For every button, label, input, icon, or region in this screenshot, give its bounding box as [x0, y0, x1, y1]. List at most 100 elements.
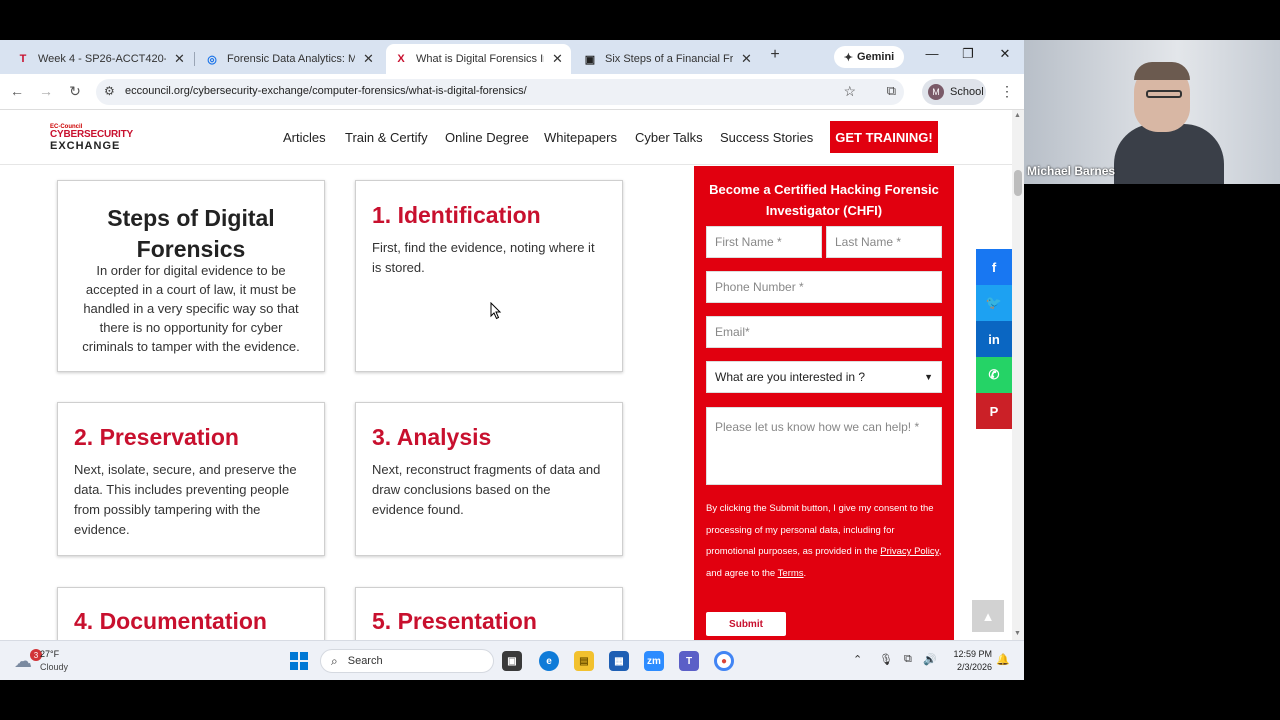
pinterest-share-icon[interactable]: P: [976, 393, 1012, 429]
get-training-button[interactable]: GET TRAINING!: [830, 121, 938, 153]
gemini-label: Gemini: [856, 51, 895, 63]
tab-bar: T Week 4 - SP26-ACCT420-620G ✕ ◎ Forensi…: [0, 40, 1024, 74]
step-body: Next, isolate, secure, and preserve the …: [74, 462, 297, 537]
intro-card: Steps of Digital Forensics In order for …: [57, 180, 325, 372]
minimize-icon[interactable]: —: [920, 46, 944, 61]
close-window-icon[interactable]: ✕: [993, 46, 1017, 62]
first-name-field[interactable]: First Name *: [706, 226, 822, 258]
message-textarea[interactable]: Please let us know how we can help! *: [706, 407, 942, 485]
nav-whitepapers[interactable]: Whitepapers: [544, 130, 617, 145]
clock-date: 2/3/2026: [956, 662, 992, 672]
step-body: Next, reconstruct fragments of data and …: [372, 462, 601, 517]
last-name-field[interactable]: Last Name *: [826, 226, 942, 258]
scrollbar-thumb[interactable]: [1014, 170, 1022, 196]
tab-forensic-analytics[interactable]: ◎ Forensic Data Analytics: Moder ✕: [197, 44, 382, 74]
linkedin-share-icon[interactable]: in: [976, 321, 1012, 357]
nav-cyber-talks[interactable]: Cyber Talks: [635, 130, 703, 145]
twitter-share-icon[interactable]: 🐦: [976, 285, 1012, 321]
file-explorer-icon[interactable]: ▤: [574, 651, 594, 671]
whatsapp-share-icon[interactable]: ✆: [976, 357, 1012, 393]
search-icon: ⌕: [331, 653, 338, 668]
tab-fraud-steps[interactable]: ▣ Six Steps of a Financial Fraud In ✕: [575, 44, 760, 74]
caret-down-icon: ▼: [924, 372, 933, 382]
tab-favicon-icon: X: [397, 53, 405, 65]
browser-window: T Week 4 - SP26-ACCT420-620G ✕ ◎ Forensi…: [0, 40, 1024, 680]
nav-success-stories[interactable]: Success Stories: [720, 130, 813, 145]
close-icon[interactable]: ✕: [174, 51, 185, 67]
taskbar-clock[interactable]: 12:59 PM 2/3/2026: [946, 648, 992, 674]
tab-favicon-icon: ◎: [207, 53, 217, 66]
participant-name: Michael Barnes: [1027, 164, 1116, 178]
microphone-icon[interactable]: 🎙: [879, 653, 893, 666]
clock-time: 12:59 PM: [953, 649, 992, 659]
edge-icon[interactable]: e: [539, 651, 559, 671]
tab-title: Week 4 - SP26-ACCT420-620G: [38, 53, 166, 65]
restore-icon[interactable]: ❐: [956, 46, 980, 62]
forward-icon[interactable]: →: [37, 83, 55, 99]
site-logo[interactable]: EC-Council CYBERSECURITY EXCHANGE: [50, 124, 133, 152]
nav-train-certify[interactable]: Train & Certify: [345, 130, 428, 145]
back-to-top-button[interactable]: ▲: [972, 600, 1004, 632]
weather-temp: 27°F: [40, 649, 60, 659]
bookmark-star-icon[interactable]: ☆: [843, 83, 856, 100]
new-tab-button[interactable]: +: [766, 46, 784, 64]
gemini-button[interactable]: ✦ Gemini: [834, 46, 904, 68]
scroll-up-icon[interactable]: ▲: [1014, 112, 1021, 119]
nav-online-degree[interactable]: Online Degree: [445, 130, 529, 145]
volume-icon[interactable]: 🔊: [923, 653, 937, 666]
notification-bell-icon[interactable]: 🔔: [996, 653, 1010, 666]
kebab-menu-icon[interactable]: ⋮: [1000, 83, 1014, 100]
url-omnibox[interactable]: ⚙ eccouncil.org/cybersecurity-exchange/c…: [96, 79, 904, 105]
facebook-share-icon[interactable]: f: [976, 249, 1012, 285]
close-icon[interactable]: ✕: [552, 51, 563, 67]
chrome-icon[interactable]: ●: [714, 651, 734, 671]
close-icon[interactable]: ✕: [363, 51, 374, 67]
web-page: EC-Council CYBERSECURITY EXCHANGE Articl…: [0, 110, 1012, 640]
step-title: 5. Presentation: [372, 608, 537, 634]
tab-title: Six Steps of a Financial Fraud In: [605, 53, 733, 65]
url-text[interactable]: eccouncil.org/cybersecurity-exchange/com…: [125, 85, 527, 97]
weather-condition: Cloudy: [40, 662, 69, 672]
back-icon[interactable]: ←: [8, 83, 26, 99]
site-header: EC-Council CYBERSECURITY EXCHANGE Articl…: [0, 110, 1012, 165]
tab-title: What is Digital Forensics In Cyb: [416, 53, 544, 65]
taskbar-search[interactable]: ⌕ Search: [320, 649, 494, 673]
step-title: 4. Documentation: [74, 608, 267, 634]
submit-button[interactable]: Submit: [706, 612, 786, 636]
tab-favicon-icon: T: [19, 53, 27, 65]
consent-text: By clicking the Submit button, I give my…: [706, 498, 942, 584]
step-card-documentation: 4. Documentation: [57, 587, 325, 640]
lens-icon[interactable]: ⧉: [887, 83, 896, 99]
email-field[interactable]: Email*: [706, 316, 942, 348]
reload-icon[interactable]: ↻: [66, 83, 84, 100]
teams-icon[interactable]: T: [679, 651, 699, 671]
tray-chevron-icon[interactable]: ⌃: [853, 653, 862, 666]
profile-label: School: [950, 86, 984, 98]
page-scrollbar[interactable]: ▲ ▼: [1012, 110, 1024, 640]
site-info-icon[interactable]: ⚙: [104, 84, 115, 98]
display-icon[interactable]: ⧉: [904, 653, 912, 666]
weather-widget[interactable]: ☁ 3 27°F Cloudy: [14, 647, 84, 675]
intro-body: In order for digital evidence to be acce…: [82, 263, 300, 354]
step-card-identification: 1. Identification First, find the eviden…: [355, 180, 623, 372]
interest-select[interactable]: What are you interested in ? ▼: [706, 361, 942, 393]
start-button[interactable]: [290, 652, 308, 670]
tab-favicon-icon: ▣: [584, 53, 596, 66]
step-title: 1. Identification: [372, 202, 541, 228]
store-icon[interactable]: ▦: [609, 651, 629, 671]
tab-digital-forensics[interactable]: X What is Digital Forensics In Cyb ✕: [386, 44, 571, 74]
scroll-down-icon[interactable]: ▼: [1014, 630, 1021, 637]
privacy-policy-link[interactable]: Privacy Policy: [880, 546, 938, 557]
form-title: Become a Certified Hacking Forensic Inve…: [709, 182, 939, 218]
tab-week4[interactable]: T Week 4 - SP26-ACCT420-620G ✕: [8, 44, 193, 74]
phone-field[interactable]: Phone Number *: [706, 271, 942, 303]
profile-button[interactable]: M School: [922, 79, 986, 105]
step-card-analysis: 3. Analysis Next, reconstruct fragments …: [355, 402, 623, 556]
nav-articles[interactable]: Articles: [283, 130, 326, 145]
address-bar: ← → ↻ ⚙ eccouncil.org/cybersecurity-exch…: [0, 74, 1024, 110]
zoom-icon[interactable]: zm: [644, 651, 664, 671]
close-icon[interactable]: ✕: [741, 51, 752, 67]
terms-link[interactable]: Terms: [778, 568, 804, 579]
step-title: 2. Preservation: [74, 424, 239, 450]
task-view-icon[interactable]: ▣: [502, 651, 522, 671]
